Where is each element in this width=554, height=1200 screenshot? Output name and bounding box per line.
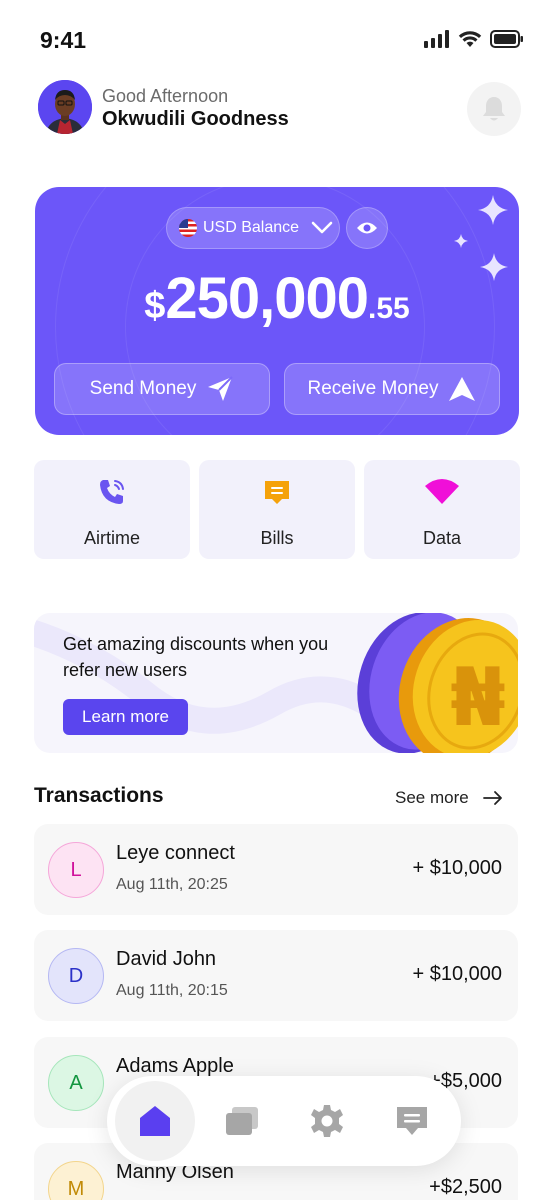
transactions-title: Transactions xyxy=(34,784,164,807)
transaction-amount: + $10,000 xyxy=(412,963,502,985)
send-icon xyxy=(208,376,234,401)
see-more-link[interactable]: See more xyxy=(395,788,503,808)
nav-cards[interactable] xyxy=(216,1095,268,1147)
transaction-avatar: A xyxy=(48,1055,104,1111)
sparkle-icon xyxy=(454,234,468,248)
receive-icon xyxy=(449,377,476,401)
nav-messages[interactable] xyxy=(386,1095,438,1147)
greeting-text: Good Afternoon xyxy=(102,86,229,106)
promo-banner: Get amazing discounts when you refer new… xyxy=(34,613,518,753)
balance-main: 250,000 xyxy=(165,266,369,331)
service-data-label: Data xyxy=(422,528,462,548)
home-icon xyxy=(140,1106,170,1136)
send-money-label: Send Money xyxy=(89,378,197,399)
see-more-label: See more xyxy=(395,788,469,807)
battery-icon xyxy=(490,30,523,48)
currency-label: USD Balance xyxy=(203,219,300,236)
receive-money-label: Receive Money xyxy=(307,378,439,399)
promo-text: Get amazing discounts when you refer new… xyxy=(63,634,329,680)
balance-amount: $250,000.55 xyxy=(35,265,519,332)
balance-currency-symbol: $ xyxy=(144,285,166,327)
messages-icon xyxy=(397,1107,427,1135)
eye-icon xyxy=(357,222,377,234)
service-bills[interactable]: Bills xyxy=(199,460,355,559)
receive-money-button[interactable]: Receive Money xyxy=(284,363,500,415)
receipt-icon xyxy=(265,481,289,504)
balance-decimal: .55 xyxy=(368,292,410,325)
nav-home[interactable] xyxy=(115,1081,195,1161)
us-flag-icon xyxy=(179,219,197,237)
cards-icon xyxy=(226,1107,258,1135)
phone-icon xyxy=(100,480,124,504)
notifications-button[interactable] xyxy=(467,82,521,136)
user-avatar[interactable] xyxy=(38,80,92,134)
transaction-name: Leye connect xyxy=(116,842,235,864)
service-airtime-label: Airtime xyxy=(83,528,140,548)
send-money-button[interactable]: Send Money xyxy=(54,363,270,415)
service-data[interactable]: Data xyxy=(364,460,520,559)
transaction-name: David John xyxy=(116,948,217,970)
transaction-row[interactable]: D David John Aug 11th, 20:15 + $10,000 xyxy=(34,930,518,1021)
wifi-icon xyxy=(425,479,459,504)
transaction-amount: +$2,500 xyxy=(429,1176,502,1198)
bottom-nav xyxy=(107,1076,461,1166)
service-bills-label: Bills xyxy=(260,528,294,548)
sparkle-icon xyxy=(478,195,508,225)
arrow-right-icon xyxy=(482,791,502,805)
signal-icon xyxy=(424,30,449,48)
learn-more-button[interactable]: Learn more xyxy=(63,699,188,735)
coin-symbol: ₦ xyxy=(450,651,506,744)
coins-icon: ₦ xyxy=(357,613,518,753)
service-airtime[interactable]: Airtime xyxy=(34,460,190,559)
transaction-avatar: L xyxy=(48,842,104,898)
status-bar: 9:41 xyxy=(0,0,554,80)
transaction-avatar: M xyxy=(48,1161,104,1200)
balance-card: USD Balance $250,000.55 Send Money Recei… xyxy=(35,187,519,435)
nav-settings[interactable] xyxy=(301,1095,353,1147)
settings-icon xyxy=(311,1105,343,1137)
transaction-avatar: D xyxy=(48,948,104,1004)
wifi-status-icon xyxy=(458,31,482,47)
toggle-balance-visibility-button[interactable] xyxy=(346,207,388,249)
transaction-row[interactable]: L Leye connect Aug 11th, 20:25 + $10,000 xyxy=(34,824,518,915)
status-icons xyxy=(424,30,524,48)
currency-selector[interactable]: USD Balance xyxy=(166,207,340,249)
transaction-date: Aug 11th, 20:25 xyxy=(116,876,228,893)
transaction-date: Aug 11th, 20:15 xyxy=(116,982,228,999)
status-time: 9:41 xyxy=(40,27,87,53)
transaction-amount: + $10,000 xyxy=(412,857,502,879)
user-name: Okwudili Goodness xyxy=(102,108,289,130)
transaction-name: Adams Apple xyxy=(116,1055,234,1077)
bell-icon xyxy=(483,97,505,121)
chevron-down-icon xyxy=(311,221,333,234)
